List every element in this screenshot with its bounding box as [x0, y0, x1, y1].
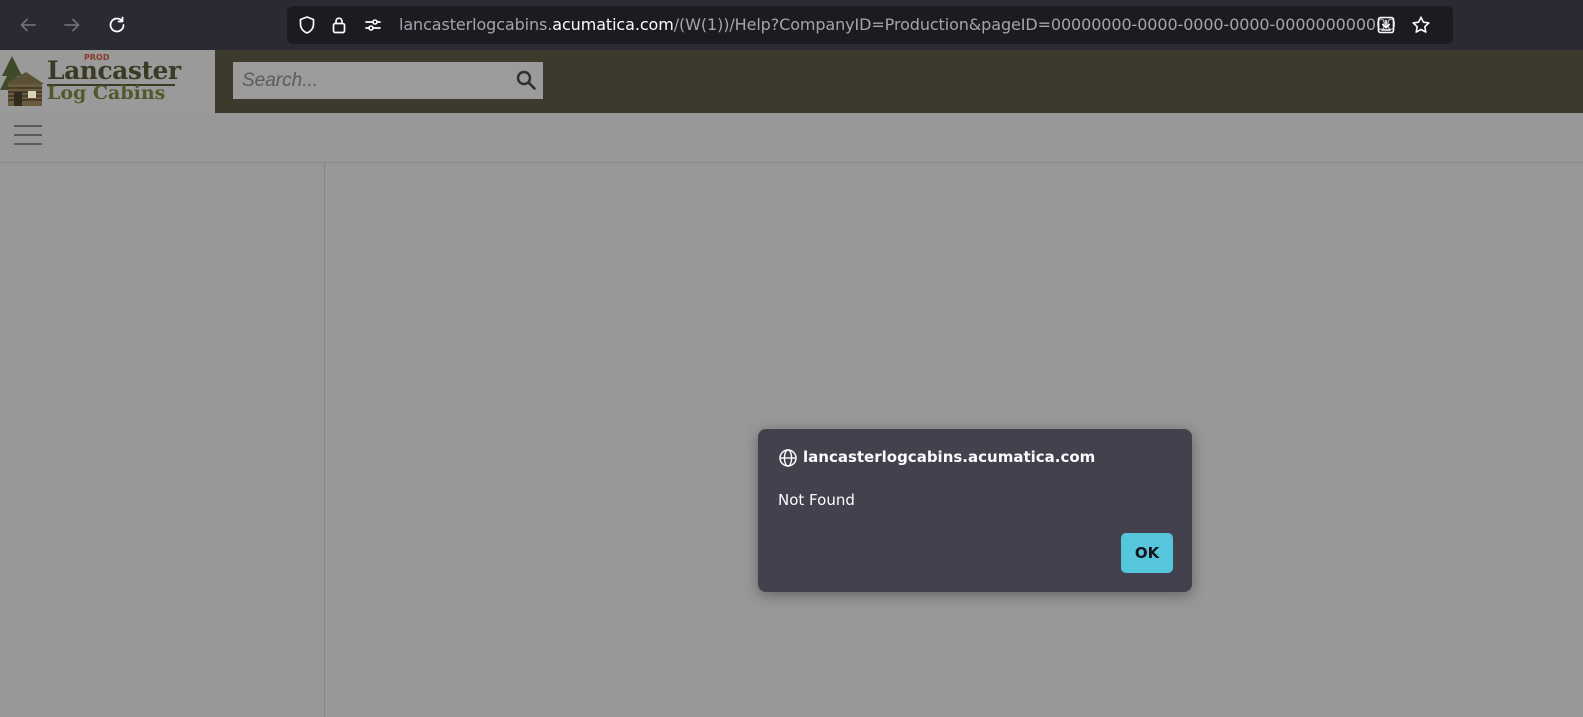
download-icon[interactable]: [1376, 15, 1396, 35]
url-text[interactable]: lancasterlogcabins.acumatica.com/(W(1))/…: [399, 6, 1396, 44]
back-icon: [20, 18, 36, 32]
sidebar-panel: [0, 163, 325, 717]
lock-icon[interactable]: [329, 15, 349, 35]
url-path: /(W(1))/Help?CompanyID=Production&pageID…: [673, 15, 1397, 34]
shield-icon[interactable]: [297, 15, 317, 35]
url-domain: acumatica.com: [552, 15, 674, 34]
company-logo[interactable]: PROD Lancaster Log Cabins: [0, 50, 215, 113]
dialog-message: Not Found: [778, 491, 855, 509]
browser-toolbar: lancasterlogcabins.acumatica.com/(W(1))/…: [0, 0, 1583, 50]
reload-icon: [109, 16, 125, 33]
globe-icon: [779, 449, 797, 467]
address-bar[interactable]: lancasterlogcabins.acumatica.com/(W(1))/…: [287, 6, 1453, 44]
forward-icon: [64, 18, 80, 32]
permissions-icon[interactable]: [363, 15, 383, 35]
logo-line-2: Log Cabins: [47, 82, 166, 104]
search-input[interactable]: [233, 62, 512, 99]
search-icon[interactable]: [515, 69, 537, 91]
ok-button[interactable]: OK: [1121, 533, 1173, 573]
log-cabin-icon: [0, 56, 44, 106]
app-toolbar: [0, 113, 1583, 163]
forward-button[interactable]: [56, 9, 88, 41]
menu-icon[interactable]: [14, 125, 42, 147]
app-header: PROD Lancaster Log Cabins: [0, 50, 1583, 113]
alert-dialog: lancasterlogcabins.acumatica.com Not Fou…: [758, 429, 1192, 592]
logo-line-1: Lancaster: [47, 56, 181, 85]
dialog-origin: lancasterlogcabins.acumatica.com: [803, 448, 1096, 466]
reload-button[interactable]: [101, 9, 133, 41]
star-icon[interactable]: [1411, 15, 1431, 35]
url-prefix: lancasterlogcabins.: [399, 15, 553, 34]
back-button[interactable]: [12, 9, 44, 41]
search-box: [233, 62, 543, 99]
